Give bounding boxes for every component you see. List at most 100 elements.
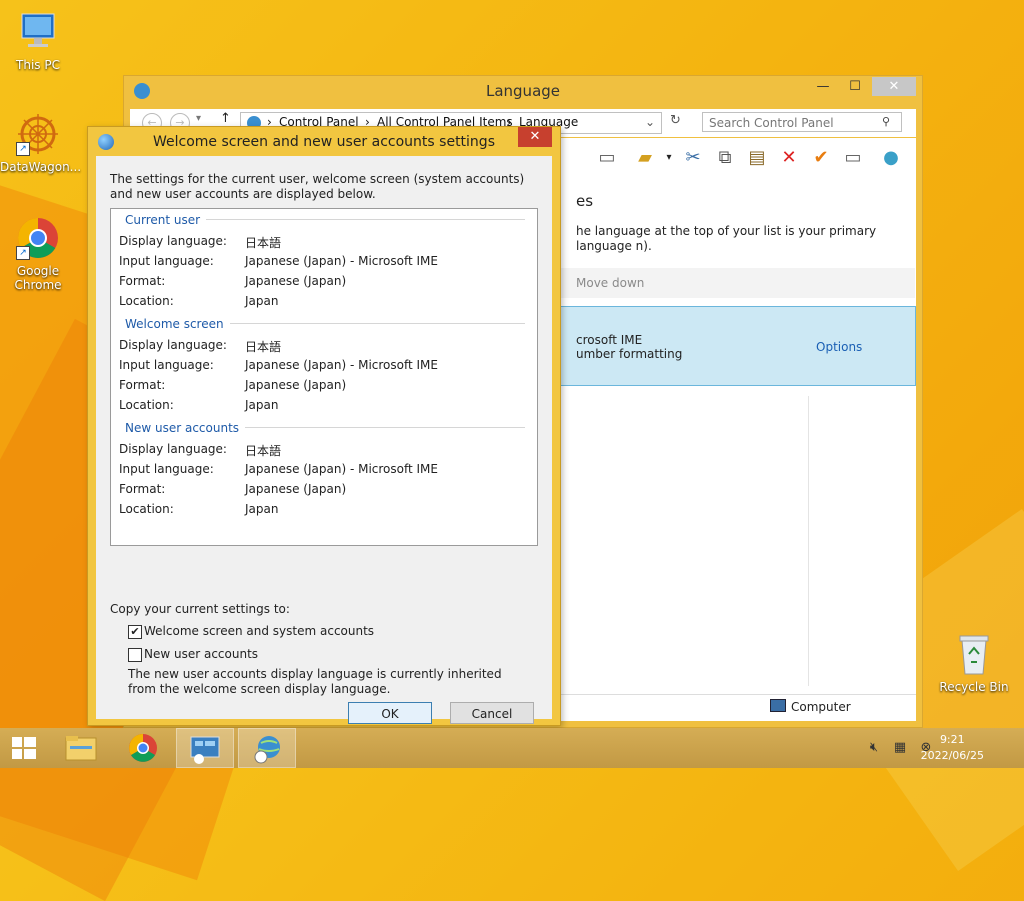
dialog-body: The settings for the current user, welco… <box>96 156 552 724</box>
language-list-item[interactable]: crosoft IME umber formatting Options <box>560 306 916 386</box>
paste-icon[interactable]: ▤ <box>746 147 768 169</box>
system-clock[interactable]: 9:21 2022/06/25 <box>921 732 984 764</box>
shell-icon[interactable]: ● <box>880 147 902 169</box>
checkbox-label[interactable]: New user accounts <box>144 647 258 661</box>
dialog-intro: The settings for the current user, welco… <box>110 172 525 201</box>
row-label: Display language: <box>119 234 227 248</box>
chrome-icon <box>129 734 157 762</box>
row-label: Format: <box>119 378 166 392</box>
desktop-icon-label: Recycle Bin <box>939 680 1009 694</box>
page-description: he language at the top of your list is y… <box>576 224 877 253</box>
row-label: Format: <box>119 482 166 496</box>
status-computer-label: Computer <box>791 700 851 714</box>
group-heading: Welcome screen <box>125 317 230 331</box>
checkbox-label[interactable]: Welcome screen and system accounts <box>144 624 374 638</box>
move-down-button[interactable]: Move down <box>576 276 644 290</box>
taskbar-chrome[interactable] <box>114 728 172 768</box>
cut-icon[interactable]: ✂ <box>682 147 704 169</box>
windows-logo-icon <box>12 737 36 759</box>
options-link[interactable]: Options <box>816 340 862 354</box>
window-title: Language <box>485 82 561 100</box>
copy-icon[interactable]: ⧉ <box>714 147 736 169</box>
network-icon[interactable]: ▦ <box>890 728 910 768</box>
dialog-title: Welcome screen and new user accounts set… <box>153 134 495 150</box>
desktop-icon-this-pc[interactable]: This PC <box>0 10 76 72</box>
welcome-screen-checkbox[interactable]: ✔ <box>128 625 142 639</box>
row-value: 日本語 <box>245 444 282 458</box>
row-value: Japanese (Japan) - Microsoft IME <box>245 358 438 372</box>
row-label: Location: <box>119 398 174 412</box>
dialog-close-button[interactable]: ✕ <box>518 127 552 147</box>
settings-panel: Current user Display language: 日本語 Input… <box>110 208 538 546</box>
folder-icon <box>65 736 97 761</box>
list-item-line: crosoft IME <box>576 333 643 347</box>
group-heading: New user accounts <box>125 421 246 435</box>
status-bar: Computer <box>560 694 916 719</box>
toolbar: ▭ ▰ ▾ ✂ ⧉ ▤ ✕ ✔ ▭ ● <box>560 143 910 173</box>
taskbar-file-explorer[interactable] <box>52 728 110 768</box>
row-value: Japan <box>245 502 279 516</box>
list-item-line: umber formatting <box>576 347 683 361</box>
minimize-button[interactable]: — <box>810 78 836 96</box>
taskbar-language[interactable] <box>238 728 296 768</box>
control-panel-icon <box>190 736 220 764</box>
row-label: Display language: <box>119 442 227 456</box>
recycle-bin-icon <box>952 632 996 676</box>
search-icon[interactable]: ⚲ <box>882 115 890 128</box>
chevron-down-icon[interactable]: ▾ <box>196 113 201 124</box>
shortcut-arrow-icon: ↗ <box>16 142 30 156</box>
chevron-down-icon[interactable]: ⌄ <box>645 115 655 129</box>
desktop-icon-label: Google Chrome <box>14 264 62 292</box>
volume-muted-icon[interactable]: 🔇︎ <box>864 728 884 768</box>
maximize-button[interactable]: ☐ <box>842 78 868 96</box>
folder-icon[interactable]: ▰ <box>634 147 656 169</box>
globe-icon <box>254 736 280 764</box>
desktop-icon-label: DataWagon... <box>0 160 82 174</box>
page-heading: es <box>576 192 594 210</box>
divider <box>808 396 809 686</box>
row-value: Japanese (Japan) - Microsoft IME <box>245 254 438 268</box>
desktop-icon-chrome[interactable]: ↗ Google Chrome <box>0 216 76 292</box>
this-pc-icon <box>16 10 60 54</box>
desktop-icon-datawagon[interactable]: ↗ DataWagon... <box>0 112 81 174</box>
chrome-icon: ↗ <box>16 216 60 260</box>
status-computer: Computer <box>770 699 851 714</box>
copy-settings-label: Copy your current settings to: <box>110 602 290 616</box>
checkmark-icon[interactable]: ✔ <box>810 147 832 169</box>
row-value: 日本語 <box>245 340 282 354</box>
row-value: 日本語 <box>245 236 282 250</box>
computer-icon <box>770 699 786 712</box>
inheritance-note: The new user accounts display language i… <box>128 667 502 696</box>
list-toolbar: Move down <box>560 268 915 298</box>
taskbar-control-panel[interactable] <box>176 728 234 768</box>
row-value: Japan <box>245 398 279 412</box>
start-button[interactable] <box>0 728 58 768</box>
close-button[interactable]: ✕ <box>872 77 916 96</box>
row-label: Location: <box>119 502 174 516</box>
refresh-icon[interactable]: ↻ <box>670 113 681 128</box>
row-label: Input language: <box>119 254 214 268</box>
search-input[interactable]: Search Control Panel <box>702 112 902 132</box>
row-value: Japanese (Japan) <box>245 274 347 288</box>
desktop-icon-recycle-bin[interactable]: Recycle Bin <box>936 632 1012 694</box>
desktop-icon-label: This PC <box>16 58 60 72</box>
ok-button[interactable]: OK <box>348 702 432 724</box>
row-value: Japanese (Japan) <box>245 378 347 392</box>
shortcut-arrow-icon: ↗ <box>16 246 30 260</box>
row-label: Location: <box>119 294 174 308</box>
up-icon[interactable]: ↑ <box>220 111 231 126</box>
row-label: Input language: <box>119 358 214 372</box>
properties-icon[interactable]: ▭ <box>842 147 864 169</box>
clock-time: 9:21 <box>939 733 965 746</box>
chevron-down-icon[interactable]: ▾ <box>658 147 680 169</box>
group-heading: Current user <box>125 213 207 227</box>
welcome-screen-dialog[interactable]: Welcome screen and new user accounts set… <box>87 126 561 726</box>
new-user-accounts-checkbox[interactable] <box>128 648 142 662</box>
delete-icon[interactable]: ✕ <box>778 147 800 169</box>
cancel-button[interactable]: Cancel <box>450 702 534 724</box>
row-value: Japan <box>245 294 279 308</box>
clock-date: 2022/06/25 <box>920 749 984 762</box>
row-label: Input language: <box>119 462 214 476</box>
row-value: Japanese (Japan) <box>245 482 347 496</box>
layout-icon[interactable]: ▭ <box>596 147 618 169</box>
